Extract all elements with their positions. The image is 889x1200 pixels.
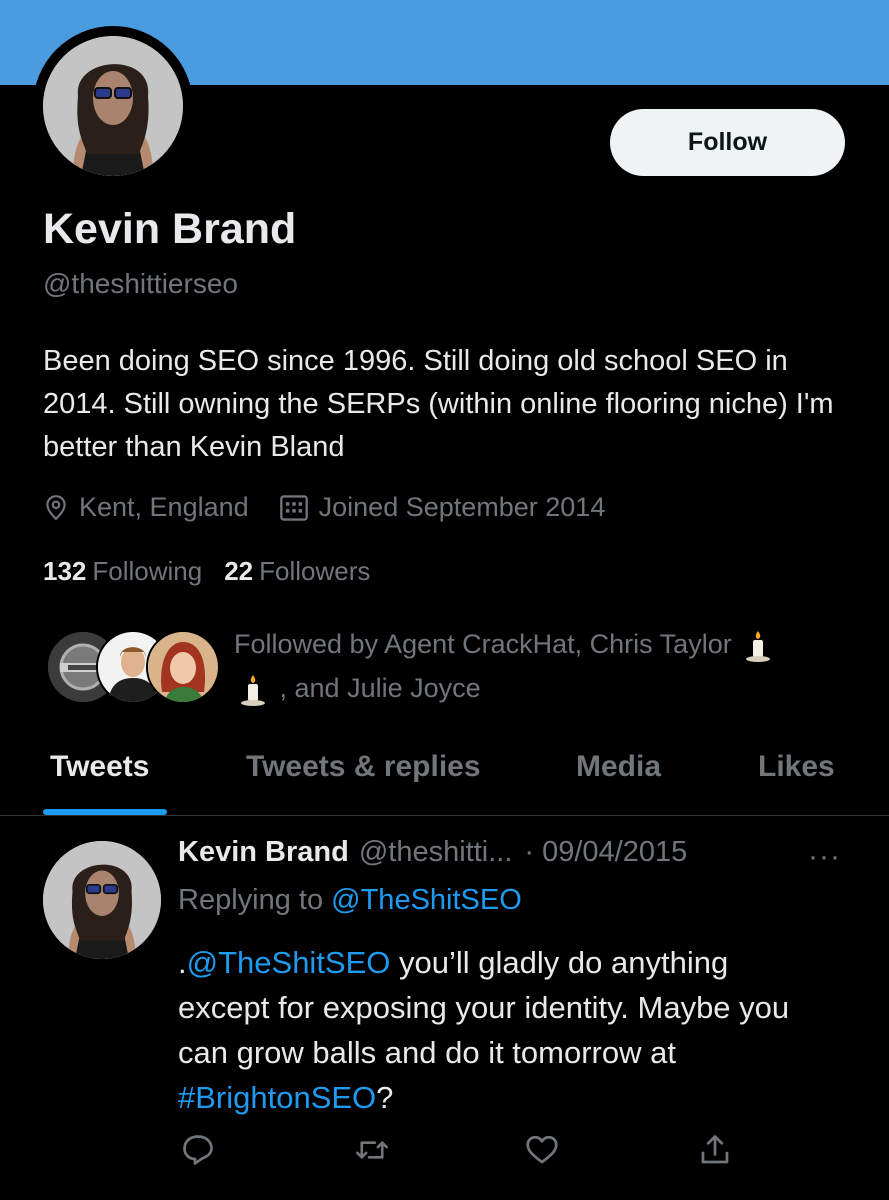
follow-button[interactable]: Follow [610,109,845,176]
location-pin-icon [46,494,66,520]
candle-emoji [746,630,771,662]
followed-by-avatars[interactable] [46,630,220,704]
replying-to-link[interactable]: @TheShitSEO [331,884,522,916]
followed-by-prefix: Followed by Agent CrackHat, Chris Taylor [234,629,732,659]
follow-counts: 132 Following 22 Followers [43,556,392,587]
joined-text: Joined September 2014 [318,492,606,522]
tweet-header: Kevin Brand @theshitti... · 09/04/2015 [178,836,687,869]
followed-by-suffix: , and Julie Joyce [279,673,481,703]
tweet-text-prefix: . [178,945,187,980]
tweet-mention-link[interactable]: @TheShitSEO [187,945,391,980]
profile-name: Kevin Brand [43,205,297,253]
tweet-date[interactable]: · 09/04/2015 [524,836,687,869]
tab-likes[interactable]: Likes [758,750,835,784]
location-item: Kent, England [43,492,249,523]
replying-to-prefix: Replying to [178,884,324,916]
tabs-divider [0,815,889,816]
followers-label: Followers [259,556,371,586]
followers-count: 22 [224,556,254,586]
retweet-icon[interactable] [353,1132,391,1168]
tab-media[interactable]: Media [576,750,661,784]
tweet-actions [0,1132,889,1172]
follower-avatar [146,630,220,704]
profile-meta: Kent, England Joined September 2014 [43,492,635,523]
share-icon[interactable] [697,1132,733,1168]
following-link[interactable]: 132 Following [43,556,202,587]
following-label: Following [92,556,203,586]
profile-avatar[interactable] [43,36,183,176]
tweet-more-icon[interactable]: ··· [808,840,841,874]
tweet-author-handle[interactable]: @theshitti... [359,836,513,869]
calendar-icon [279,494,308,521]
following-count: 132 [43,556,87,586]
tab-tweets-replies[interactable]: Tweets & replies [246,750,481,784]
location-text: Kent, England [79,492,249,522]
candle-emoji [241,674,265,706]
reply-icon[interactable] [180,1132,216,1168]
tab-tweets[interactable]: Tweets [50,750,149,784]
tweet-text: .@TheShitSEO you’ll gladly do anything e… [178,940,818,1120]
like-icon[interactable] [524,1132,560,1168]
tweet-avatar[interactable] [43,841,161,959]
joined-item: Joined September 2014 [279,492,606,523]
tweet-author-name[interactable]: Kevin Brand [178,836,349,869]
tweet-text-suffix: ? [376,1080,394,1115]
profile-handle: @theshittierseo [43,268,238,299]
tweet-hashtag-link[interactable]: #BrightonSEO [178,1080,376,1115]
followers-link[interactable]: 22 Followers [224,556,370,587]
profile-tabs: Tweets Tweets & replies Media Likes [0,730,889,816]
replying-to-line: Replying to @TheShitSEO [178,884,522,917]
profile-bio: Been doing SEO since 1996. Still doing o… [43,345,834,463]
followed-by-text[interactable]: Followed by Agent CrackHat, Chris Taylor… [234,622,844,710]
